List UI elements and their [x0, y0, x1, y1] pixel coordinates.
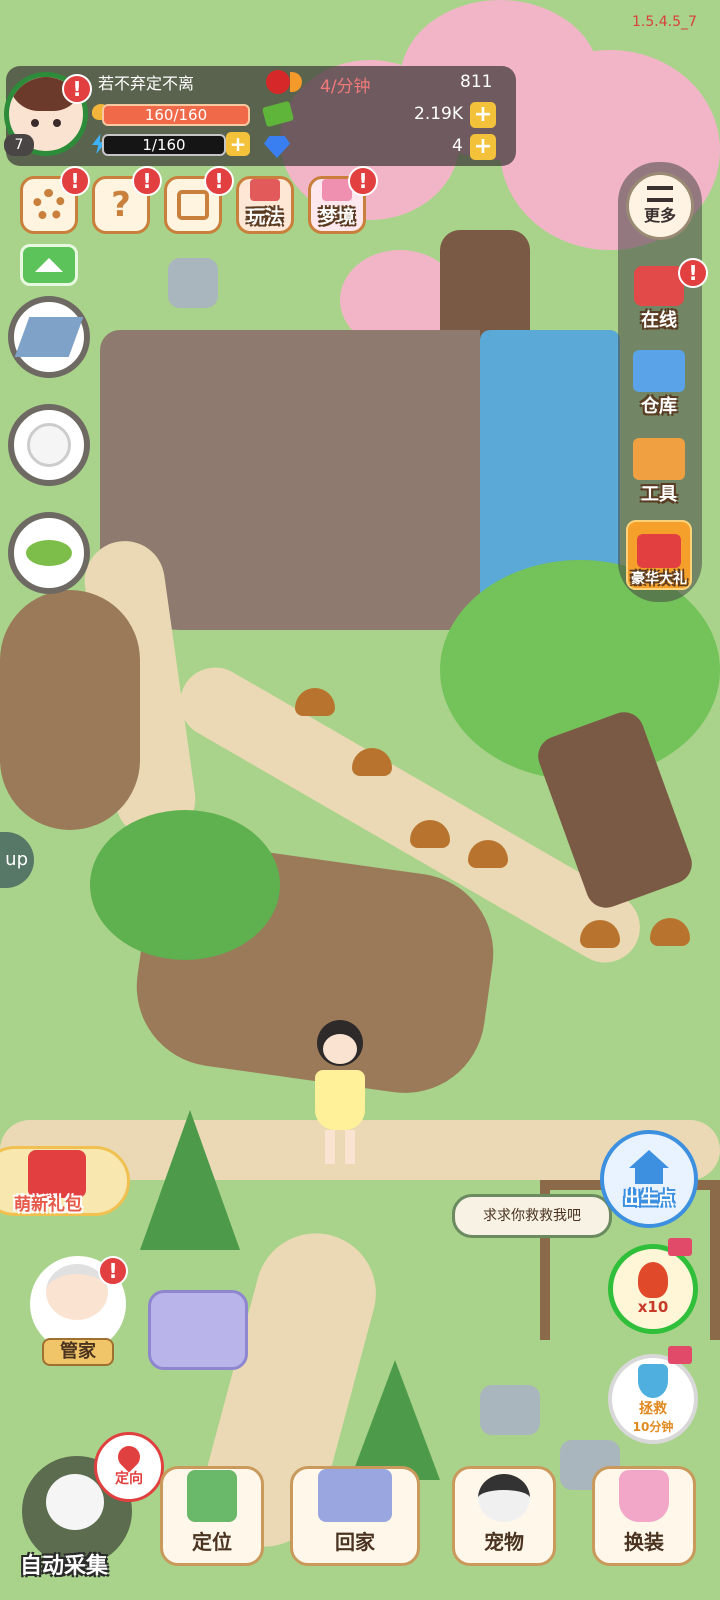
- gems-plus-button[interactable]: +: [470, 134, 496, 160]
- treasure-chest[interactable]: [148, 1290, 248, 1370]
- warehouse-label: 仓库: [641, 396, 677, 417]
- speech-bubble: 求求你救救我吧: [452, 1194, 612, 1238]
- cash-plus-button[interactable]: +: [470, 102, 496, 128]
- locate-small-button[interactable]: 定向: [94, 1432, 164, 1502]
- gift-box-icon: [637, 534, 681, 568]
- butler-label: 管家: [60, 1341, 96, 1362]
- gameplay-button[interactable]: 玩法: [236, 176, 294, 234]
- energy-bar: 1/160: [102, 134, 226, 156]
- glove-icon: [27, 423, 71, 467]
- home-label: 回家: [335, 1530, 375, 1554]
- deluxe-gift-label: 豪华大礼: [631, 571, 687, 587]
- video-ad-icon: [668, 1238, 692, 1256]
- toolbox-icon: [633, 438, 685, 480]
- alert-badge: !: [98, 1256, 128, 1286]
- spawn-point-label: 出生点: [623, 1188, 675, 1209]
- pet-button[interactable]: 宠物: [452, 1466, 556, 1566]
- energy-value: 1/160: [142, 136, 186, 154]
- gameplay-label: 玩法: [247, 207, 283, 228]
- glove-icon: [46, 1474, 104, 1530]
- alert-badge: !: [348, 166, 378, 196]
- farm-field: [0, 590, 140, 830]
- rate-label: 4/分钟: [320, 77, 371, 97]
- level-badge: 7: [4, 134, 34, 156]
- butler-label-box: 管家: [42, 1338, 114, 1366]
- rock: [480, 1385, 540, 1435]
- alert-badge: !: [678, 258, 708, 288]
- dress-up-label: 换装: [624, 1530, 664, 1554]
- gift-box-icon: [250, 179, 280, 201]
- house-roof-icon: [14, 317, 84, 357]
- locate-label: 定位: [192, 1530, 232, 1554]
- hp-value: 160/160: [144, 106, 208, 124]
- online-label: 在线: [641, 310, 677, 331]
- shield-plus-icon: [638, 1363, 668, 1398]
- dream-label: 梦境: [319, 207, 355, 228]
- question-icon: ?: [111, 185, 131, 225]
- salad-dish-icon: [22, 536, 76, 570]
- glove-button[interactable]: [8, 404, 90, 486]
- map-pin-avatar-icon: [187, 1470, 237, 1522]
- version-label: 1.5.4.5_7: [632, 14, 697, 30]
- pine-tree: [140, 1110, 240, 1250]
- video-ad-icon: [668, 1346, 692, 1364]
- rescue-button[interactable]: 拯救 10分钟: [608, 1354, 698, 1444]
- pet-label: 宠物: [484, 1530, 524, 1554]
- mushroom: [352, 748, 392, 776]
- deluxe-gift-button[interactable]: 豪华大礼: [626, 520, 692, 590]
- home-icon-base: [635, 1167, 663, 1184]
- rescue-time: 10分钟: [632, 1419, 674, 1434]
- collapse-button[interactable]: [20, 244, 78, 286]
- building-button[interactable]: [8, 296, 90, 378]
- cash-value: 2.19K: [414, 104, 463, 124]
- gear-icon: [33, 189, 65, 221]
- rock: [168, 258, 218, 308]
- tools-label: 工具: [641, 484, 677, 505]
- alert-badge: !: [132, 166, 162, 196]
- dress-up-button[interactable]: 换装: [592, 1466, 696, 1566]
- hp-bar: 160/160: [102, 104, 250, 126]
- potion-count: x10: [637, 1298, 669, 1316]
- auto-collect-label: 自动采集: [20, 1554, 109, 1579]
- rescue-label: 拯救: [639, 1400, 667, 1417]
- pine-tree-2: [350, 1360, 440, 1480]
- warehouse-icon: [633, 350, 685, 392]
- calendar-icon: [177, 190, 209, 220]
- more-button[interactable]: 更多: [626, 172, 694, 240]
- mushroom: [650, 918, 690, 946]
- cat-face-icon: [478, 1474, 530, 1522]
- chevron-up-icon: [35, 258, 63, 272]
- energy-plus-button[interactable]: +: [226, 132, 250, 156]
- tools-button[interactable]: 工具: [626, 436, 692, 506]
- house-icon: [318, 1469, 392, 1522]
- home-button[interactable]: 回家: [290, 1466, 420, 1566]
- mushroom: [295, 688, 335, 716]
- spawn-point-button[interactable]: 出生点: [600, 1130, 698, 1228]
- speech-text: 求求你救救我吧: [483, 1208, 581, 1224]
- home-icon: [629, 1149, 669, 1168]
- apple-tree: [90, 810, 280, 960]
- potion-button[interactable]: x10: [608, 1244, 698, 1334]
- potion-bottle-icon: [638, 1262, 668, 1298]
- newbie-gift-label: 萌新礼包: [14, 1195, 82, 1215]
- alert-badge: !: [62, 74, 92, 104]
- food-button[interactable]: [8, 512, 90, 594]
- player-character[interactable]: [305, 1020, 375, 1170]
- alert-badge: !: [60, 166, 90, 196]
- dress-icon: [619, 1470, 669, 1522]
- heart-icon: [266, 70, 290, 94]
- hearts-value: 811: [460, 72, 493, 92]
- gems-value: 4: [452, 136, 463, 156]
- locate-button[interactable]: 定位: [160, 1466, 264, 1566]
- warehouse-button[interactable]: 仓库: [626, 348, 692, 418]
- clock-gift-icon: [634, 266, 684, 306]
- player-name: 若不弃定不离: [98, 74, 195, 93]
- more-label: 更多: [643, 206, 676, 225]
- menu-icon: [647, 186, 673, 202]
- alert-badge: !: [204, 166, 234, 196]
